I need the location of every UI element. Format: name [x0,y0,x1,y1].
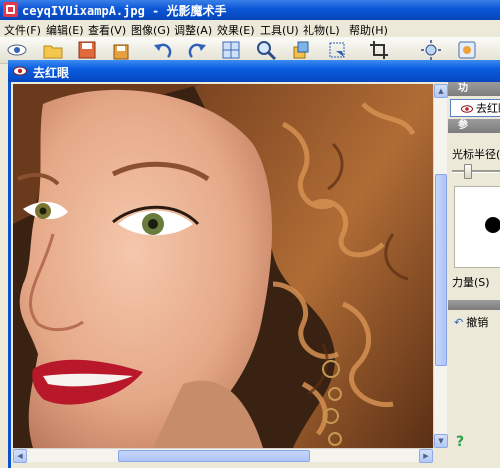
horizontal-scroll-thumb[interactable] [118,450,310,462]
undo-label: 撤销 [466,316,489,329]
vertical-scroll-thumb[interactable] [435,174,447,366]
section-header-undo[interactable] [448,300,500,310]
section-header-function[interactable]: 功 [448,82,500,96]
vertical-scrollbar[interactable]: ▲ ▼ [433,84,448,448]
slider-track [452,170,500,173]
crop-icon[interactable] [368,39,390,61]
save-icon[interactable] [76,39,98,61]
scroll-up-icon[interactable]: ▲ [434,84,448,98]
menu-view[interactable]: 查看(V) [88,22,126,38]
menu-effect[interactable]: 效果(E) [217,22,255,38]
save-as-icon[interactable] [110,39,132,61]
cursor-radius-label: 光标半径(R) [452,148,500,161]
brush-size-dot [485,217,500,233]
menu-help[interactable]: 帮助(H) [349,22,388,38]
slider-knob[interactable] [464,164,472,179]
undo-button[interactable]: ↶ 撤销 [454,314,500,330]
brush-preview [454,186,500,268]
section-header-params[interactable]: 参 [448,119,500,133]
image-settings-icon[interactable] [456,39,478,61]
menu-edit[interactable]: 编辑(E) [46,22,84,38]
zoom-icon[interactable] [255,39,277,61]
scroll-right-icon[interactable]: ▶ [419,449,433,463]
eye-icon [13,66,27,76]
auto-exposure-icon[interactable] [420,39,442,61]
menu-tools[interactable]: 工具(U) [260,22,299,38]
photo-canvas[interactable] [13,84,433,448]
horizontal-scrollbar[interactable]: ◀ ▶ [13,448,433,463]
undo-arrow-icon: ↶ [454,316,464,329]
portrait-photo [13,84,433,448]
dialog-titlebar[interactable]: 去红眼 [8,60,500,82]
menu-gift[interactable]: 礼物(L) [303,22,340,38]
strength-label: 力量(S) [452,276,490,289]
red-eye-tool-button[interactable]: 去红眼 [450,99,500,117]
browse-grid-icon[interactable] [220,39,242,61]
scroll-left-icon[interactable]: ◀ [13,449,27,463]
rotate-right-icon[interactable] [186,39,208,61]
red-eye-dialog: 去红眼 ▲ ▼ ◀ ▶ 功 去红 参 光标半径(力量(S) ↶ 撤销 ? [8,60,500,468]
red-eye-tool-label: 去红眼 [476,102,500,115]
window-title: ceyqIYUixampA.jpg - 光影魔术手 [22,4,227,18]
eye-icon [461,105,473,113]
layers-icon[interactable] [290,39,312,61]
preview-eye-icon[interactable] [6,39,28,61]
scroll-down-icon[interactable]: ▼ [434,434,448,448]
resize-icon[interactable] [326,39,348,61]
dialog-body: ▲ ▼ ◀ ▶ 功 去红眼 参 光标半径(R) [11,82,500,468]
help-icon[interactable]: ? [456,434,464,450]
open-folder-icon[interactable] [42,39,64,61]
main-window-titlebar: ceyqIYUixampA.jpg - 光影魔术手 [0,0,500,20]
dialog-title: 去红眼 [33,66,70,80]
menu-image[interactable]: 图像(G) [131,22,170,38]
menu-adjust[interactable]: 调整(A) [174,22,212,38]
cursor-radius-slider[interactable] [452,164,500,179]
menu-file[interactable]: 文件(F) [4,22,41,38]
menu-bar: 文件(F) 编辑(E) 查看(V) 图像(G) 调整(A) 效果(E) 工具(U… [0,20,500,37]
tool-panel: 功 去红眼 参 光标半径(R) 力量(S) ↶撤销 ? [448,82,500,468]
rotate-left-icon[interactable] [152,39,174,61]
app-logo-icon [3,2,18,17]
